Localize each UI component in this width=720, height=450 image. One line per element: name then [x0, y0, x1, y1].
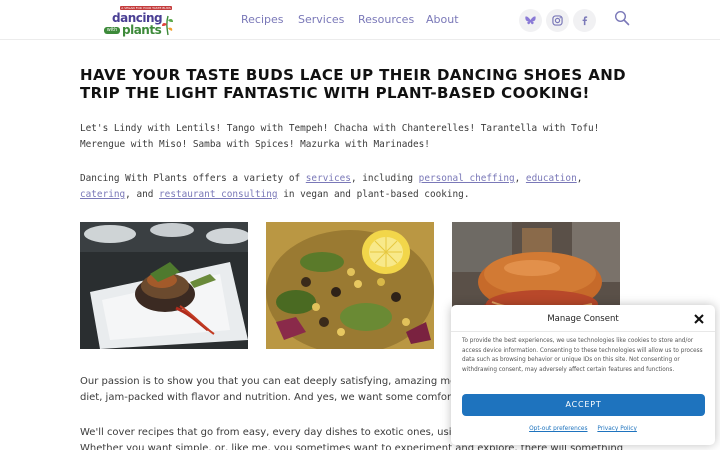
- services-text-suffix: in vegan and plant-based cooking.: [277, 189, 470, 200]
- services-text-comma: ,: [576, 173, 583, 184]
- facebook-icon: [582, 16, 588, 26]
- nav-services[interactable]: Services: [298, 13, 344, 26]
- logo-tagline: A VEGAN FOR YOUR TASTE BUDS: [120, 6, 172, 10]
- consent-title: Manage Consent: [547, 314, 619, 324]
- cookie-consent-dialog: Manage Consent To provide the best exper…: [451, 305, 715, 445]
- food-photo-bean-salad: [266, 222, 434, 349]
- intro-paragraph: Let's Lindy with Lentils! Tango with Tem…: [80, 123, 600, 150]
- services-text-comma: ,: [514, 173, 526, 184]
- leaf-dancer-icon: [162, 15, 173, 36]
- food-photo-plated-dish: [80, 222, 248, 349]
- link-services[interactable]: services: [306, 173, 351, 184]
- bluesky-button[interactable]: [519, 9, 542, 32]
- close-icon[interactable]: [693, 313, 705, 325]
- instagram-button[interactable]: [546, 9, 569, 32]
- services-text-and: , and: [125, 189, 160, 200]
- site-header: A VEGAN FOR YOUR TASTE BUDS dancing with…: [0, 0, 720, 40]
- page-heading: HAVE YOUR TASTE BUDS LACE UP THEIR DANCI…: [80, 66, 627, 102]
- logo-word-with: with: [104, 27, 120, 34]
- nav-recipes[interactable]: Recipes: [241, 13, 284, 26]
- search-icon[interactable]: [614, 10, 630, 26]
- link-personal-cheffing[interactable]: personal cheffing: [419, 173, 515, 184]
- site-logo[interactable]: A VEGAN FOR YOUR TASTE BUDS dancing with…: [104, 6, 173, 37]
- consent-divider: [451, 331, 715, 332]
- logo-word-plants: plants: [122, 23, 162, 37]
- opt-out-preferences-link[interactable]: Opt-out preferences: [529, 426, 587, 432]
- butterfly-icon: [525, 16, 536, 25]
- nav-resources[interactable]: Resources: [358, 13, 414, 26]
- link-catering[interactable]: catering: [80, 189, 125, 200]
- accept-button[interactable]: ACCEPT: [462, 394, 705, 416]
- link-restaurant-consulting[interactable]: restaurant consulting: [159, 189, 278, 200]
- nav-about[interactable]: About: [426, 13, 459, 26]
- facebook-button[interactable]: [573, 9, 596, 32]
- services-text-prefix: Dancing With Plants offers a variety of: [80, 173, 306, 184]
- consent-links: Opt-out preferences Privacy Policy: [451, 426, 715, 432]
- services-text-including: , including: [350, 173, 419, 184]
- link-education[interactable]: education: [526, 173, 577, 184]
- consent-body: To provide the best experiences, we use …: [462, 338, 703, 373]
- services-paragraph: Dancing With Plants offers a variety of …: [80, 171, 625, 203]
- instagram-icon: [552, 15, 563, 26]
- privacy-policy-link[interactable]: Privacy Policy: [597, 426, 637, 432]
